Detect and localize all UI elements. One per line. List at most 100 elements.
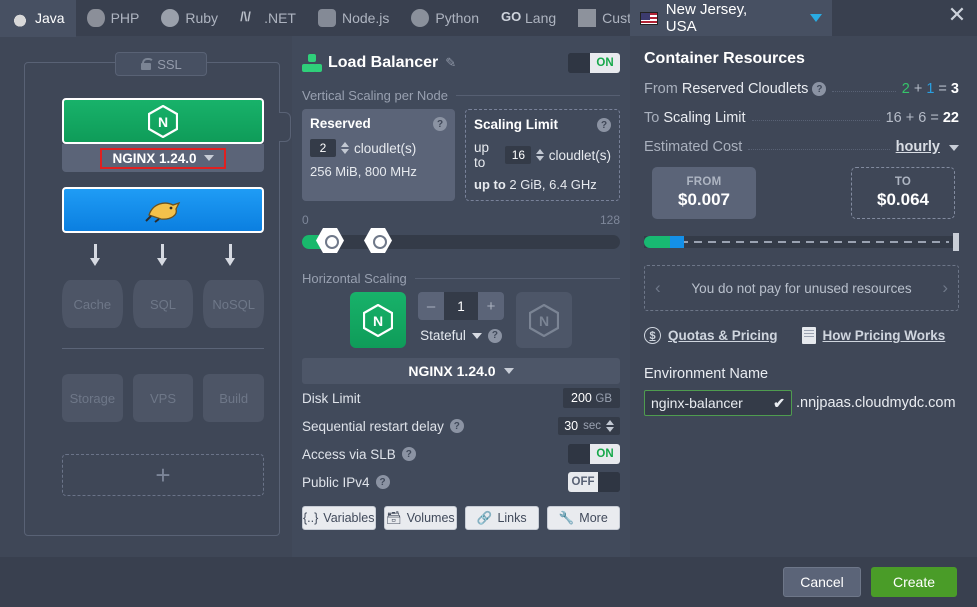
chevron-down-icon — [503, 368, 514, 374]
ssl-toggle-tab[interactable]: SSL — [115, 52, 207, 76]
ruby-gem-icon — [161, 9, 180, 27]
scaling-limit-stepper[interactable] — [535, 149, 544, 161]
variables-button[interactable]: {..} Variables — [302, 506, 376, 530]
cancel-button[interactable]: Cancel — [783, 567, 861, 597]
region-selector-tab[interactable]: New Jersey, USA — [630, 0, 832, 36]
load-balancer-toggle[interactable]: ON — [568, 53, 620, 73]
scaling-limit-value-input[interactable]: 16 — [504, 146, 531, 164]
value-plus: + — [905, 110, 915, 126]
close-icon[interactable]: ✕ — [945, 4, 969, 28]
help-icon[interactable]: ? — [597, 118, 611, 132]
disk-limit-value[interactable]: 200 GB — [563, 388, 620, 408]
volumes-folder-icon: 🗃 — [385, 510, 402, 525]
pencil-icon[interactable]: ✎ — [445, 55, 456, 71]
topology-arrows — [62, 244, 264, 274]
slider-track[interactable] — [302, 235, 620, 249]
version-highlight[interactable]: NGINX 1.24.0 — [100, 147, 226, 169]
node-count-stepper[interactable]: – 1 + — [418, 292, 504, 320]
topology-node-tomcat[interactable] — [62, 187, 264, 233]
slot-cache[interactable]: Cache — [62, 280, 123, 328]
estimated-cost-row: Estimated Cost hourly — [644, 139, 959, 155]
links-button[interactable]: 🔗 Links — [465, 506, 539, 530]
row-value: 2 + 1 = 3 — [902, 81, 959, 97]
button-label: Variables — [323, 511, 375, 525]
period-dropdown[interactable]: hourly — [896, 139, 959, 155]
slider-handle-reserved[interactable] — [316, 228, 344, 253]
tab-nodejs[interactable]: Node.js — [307, 0, 400, 36]
restart-delay-value[interactable]: 30 sec — [558, 417, 620, 435]
tab-ruby[interactable]: Ruby — [150, 0, 229, 36]
reserved-card[interactable]: Reserved ? 2 cloudlet(s) 256 MiB, 800 MH… — [302, 109, 455, 201]
node-count-value[interactable]: 1 — [444, 292, 478, 320]
how-pricing-works-link[interactable]: How Pricing Works — [801, 327, 945, 344]
reserved-stepper[interactable] — [341, 142, 349, 154]
section-label: Horizontal Scaling — [302, 271, 407, 286]
create-button[interactable]: Create — [871, 567, 957, 597]
help-icon[interactable]: ? — [487, 328, 502, 343]
environment-name-input[interactable]: nginx-balancer ✔ — [644, 390, 792, 416]
slot-storage[interactable]: Storage — [62, 374, 123, 422]
slot-nosql[interactable]: NoSQL — [203, 280, 265, 328]
help-icon[interactable]: ? — [433, 117, 447, 131]
quotas-pricing-link[interactable]: $ Quotas & Pricing — [644, 327, 778, 344]
decrement-button[interactable]: – — [418, 292, 444, 320]
unused-note-text: You do not pay for unused resources — [691, 280, 912, 296]
region-label: New Jersey, USA — [665, 1, 748, 35]
value-plus: + — [913, 81, 923, 97]
nginx-version-dropdown[interactable]: NGINX 1.24.0 — [302, 358, 620, 384]
scaling-limit-title: Scaling Limit — [474, 117, 559, 132]
help-icon[interactable]: ? — [812, 82, 827, 97]
help-icon[interactable]: ? — [449, 419, 464, 433]
chevron-left-icon[interactable]: ‹ — [655, 278, 661, 298]
tab-python[interactable]: Python — [400, 0, 490, 36]
pricing-links: $ Quotas & Pricing How Pricing Works — [644, 327, 959, 344]
node-icon-placeholder[interactable]: N — [516, 292, 572, 348]
environment-name-row: nginx-balancer ✔ .nnjpaas.cloudmydc.com — [644, 390, 959, 416]
public-ipv4-row: Public IPv4 ? OFF — [302, 468, 620, 496]
node-settings-panel: Load Balancer ✎ ON Vertical Scaling per … — [292, 36, 630, 557]
slot-sql[interactable]: SQL — [132, 280, 194, 328]
topology-divider — [62, 348, 264, 349]
price-from-value: $0.007 — [678, 190, 730, 209]
unused-resources-note: ‹ You do not pay for unused resources › — [644, 265, 959, 311]
public-ipv4-label: Public IPv4 — [302, 474, 370, 490]
tab-dotnet[interactable]: /\/ .NET — [229, 0, 307, 36]
tab-php[interactable]: PHP — [76, 0, 151, 36]
chevron-down-icon[interactable] — [810, 14, 822, 22]
svg-text:N: N — [158, 114, 168, 130]
nginx-logo-icon: N — [148, 104, 178, 138]
price-range-bar — [644, 233, 959, 251]
add-node-button[interactable]: + — [62, 454, 264, 496]
link-label: Quotas & Pricing — [668, 328, 778, 343]
row-name: Reserved Cloudlets — [681, 81, 809, 97]
chevron-right-icon[interactable]: › — [942, 278, 948, 298]
cloudlet-slider[interactable]: 0 128 — [302, 213, 620, 259]
scaling-limit-unit: cloudlet(s) — [548, 147, 611, 163]
topology-panel: SSL N NGINX 1.24.0 Cache SQL NoSQL Stora… — [10, 52, 292, 542]
reserved-value-input[interactable]: 2 — [310, 139, 336, 157]
stateful-dropdown[interactable]: Stateful ? — [418, 328, 504, 343]
help-icon[interactable]: ? — [401, 447, 416, 461]
access-slb-toggle[interactable]: ON — [568, 444, 620, 464]
reserved-unit: cloudlet(s) — [354, 140, 417, 156]
increment-button[interactable]: + — [478, 292, 504, 320]
topology-nginx-version-dropdown[interactable]: NGINX 1.24.0 — [62, 144, 264, 172]
scaling-limit-card[interactable]: Scaling Limit ? up to 16 cloudlet(s) up … — [465, 109, 620, 201]
restart-delay-stepper[interactable] — [606, 420, 614, 432]
python-icon — [411, 9, 430, 27]
help-icon[interactable]: ? — [375, 475, 390, 489]
more-button[interactable]: 🔧 More — [546, 506, 620, 530]
node-icon-active[interactable]: N — [350, 292, 406, 348]
dialog-footer: Cancel Create — [0, 557, 977, 607]
topology-node-nginx[interactable]: N — [62, 98, 264, 144]
tab-java[interactable]: Java — [0, 0, 76, 37]
version-label: NGINX 1.24.0 — [112, 150, 197, 166]
volumes-button[interactable]: 🗃 Volumes — [383, 506, 457, 530]
slot-vps[interactable]: VPS — [132, 374, 194, 422]
tab-go[interactable]: GO Lang — [490, 0, 567, 36]
public-ipv4-toggle[interactable]: OFF — [568, 472, 620, 492]
slot-build[interactable]: Build — [203, 374, 265, 422]
slider-handle-limit[interactable] — [364, 228, 392, 253]
price-to-box: TO $0.064 — [851, 167, 955, 219]
php-elephant-icon — [86, 9, 105, 27]
